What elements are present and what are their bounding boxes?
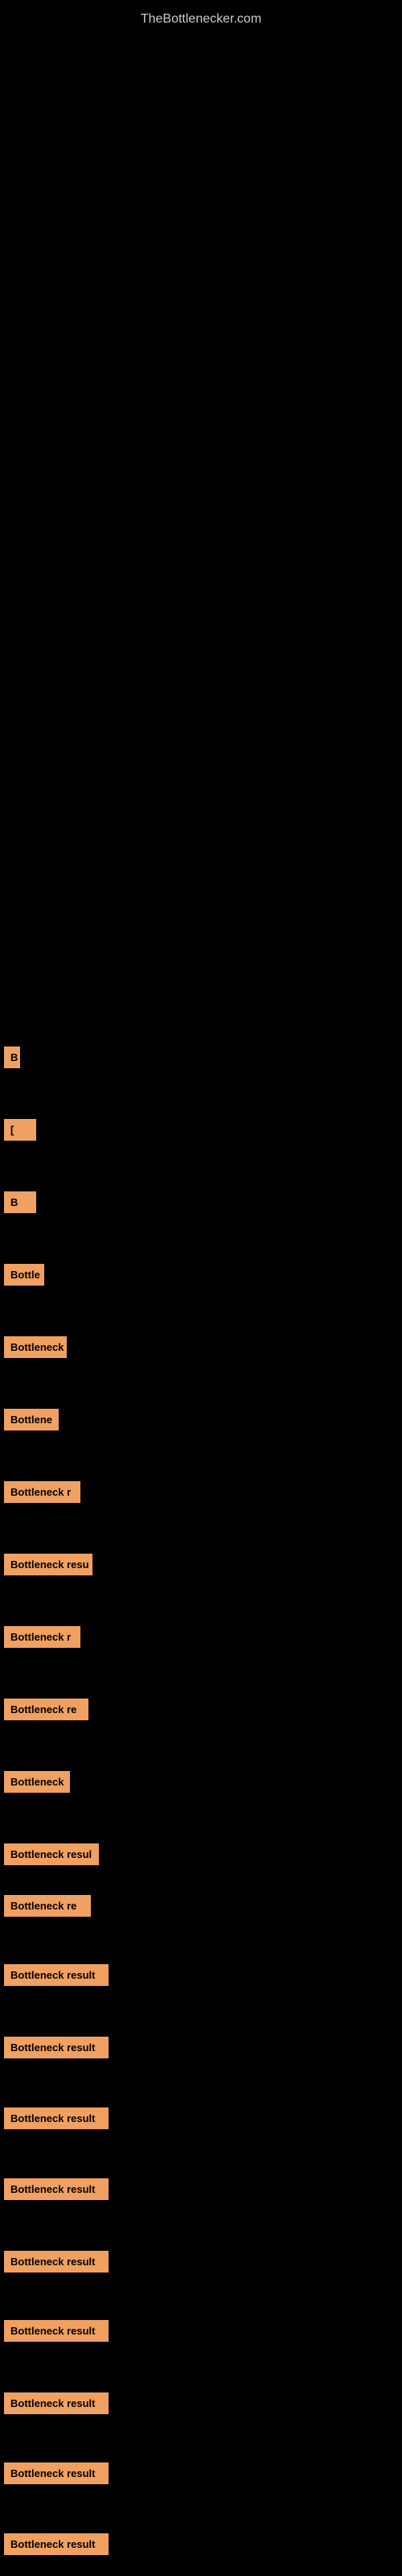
result-14: Bottleneck result: [4, 1964, 109, 1986]
result-17: Bottleneck result: [4, 2178, 109, 2200]
site-title: TheBottlenecker.com: [0, 4, 402, 35]
result-18: Bottleneck result: [4, 2251, 109, 2273]
site-title-text: TheBottlenecker.com: [141, 12, 261, 26]
result-20: Bottleneck result: [4, 2392, 109, 2414]
result-5: Bottleneck: [4, 1336, 67, 1358]
result-4: Bottle: [4, 1264, 44, 1286]
result-13: Bottleneck re: [4, 1895, 91, 1917]
result-6: Bottlene: [4, 1409, 59, 1430]
result-8: Bottleneck resu: [4, 1554, 92, 1575]
result-3: B: [4, 1191, 36, 1213]
result-7: Bottleneck r: [4, 1481, 80, 1503]
result-1: B: [4, 1046, 20, 1068]
result-10: Bottleneck re: [4, 1699, 88, 1720]
result-21: Bottleneck result: [4, 2462, 109, 2484]
result-12: Bottleneck resul: [4, 1843, 99, 1865]
result-15: Bottleneck result: [4, 2037, 109, 2058]
result-22: Bottleneck result: [4, 2533, 109, 2555]
result-11: Bottleneck: [4, 1771, 70, 1793]
result-19: Bottleneck result: [4, 2320, 109, 2342]
result-2: [: [4, 1119, 36, 1141]
result-16: Bottleneck result: [4, 2107, 109, 2129]
result-9: Bottleneck r: [4, 1626, 80, 1648]
